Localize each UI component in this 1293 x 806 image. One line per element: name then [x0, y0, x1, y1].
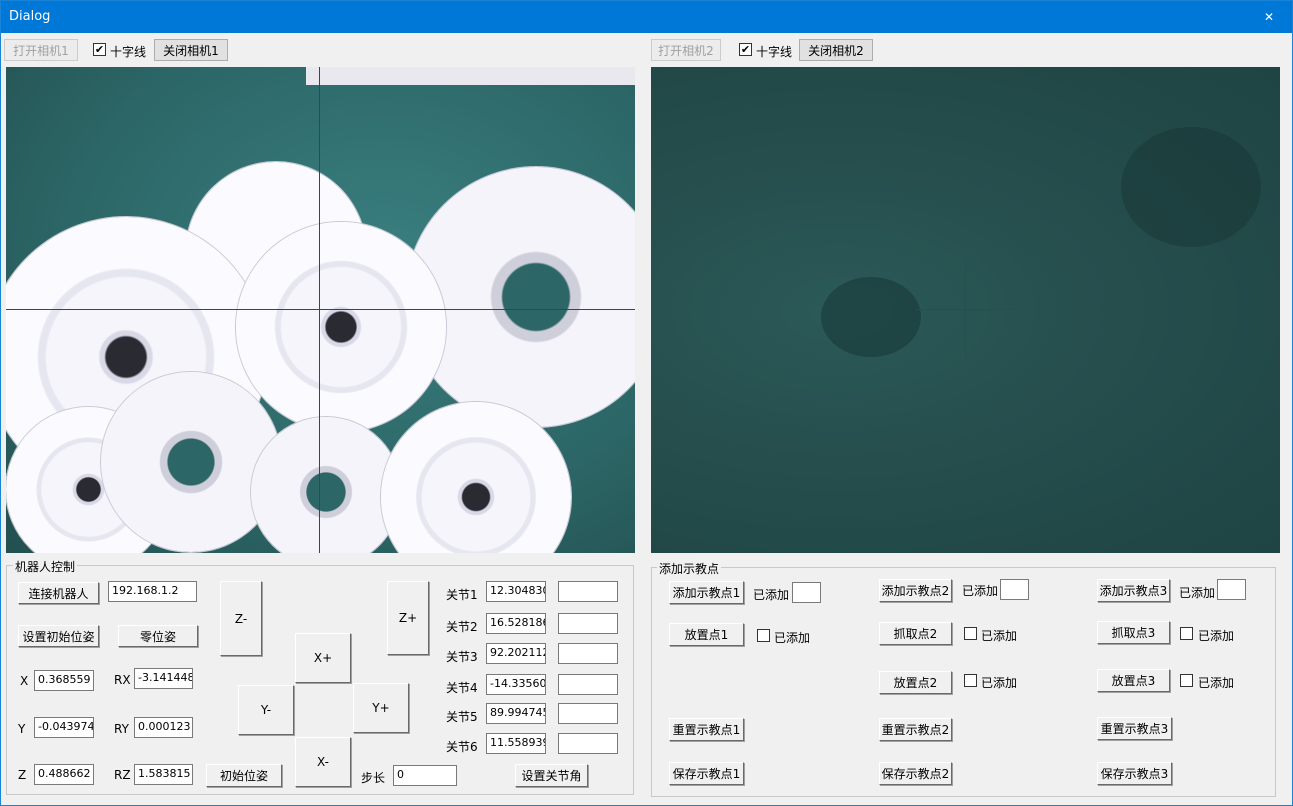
place-point3-button[interactable]: 放置点3 [1097, 669, 1170, 692]
add-teach-point3-button[interactable]: 添加示教点3 [1097, 579, 1170, 602]
joint4-value[interactable]: -14.335608 [486, 674, 546, 695]
reset-teach-point1-button[interactable]: 重置示教点1 [669, 718, 744, 741]
place-point1-checkbox[interactable] [757, 629, 770, 642]
ry-input[interactable]: 0.000123 [134, 717, 193, 738]
joint6-target[interactable] [558, 733, 618, 754]
reset-teach-point2-button[interactable]: 重置示教点2 [879, 718, 952, 741]
initial-pose-button[interactable]: 初始位姿 [206, 764, 282, 787]
joint2-label: 关节2 [446, 620, 478, 634]
grab-point2-checkbox[interactable] [964, 627, 977, 640]
rz-label: RZ [114, 768, 131, 782]
camera1-crosshair-horizontal [6, 309, 635, 310]
title-bar: Dialog ✕ [1, 1, 1292, 33]
x-plus-button[interactable]: X+ [295, 633, 351, 683]
rz-input[interactable]: 1.583815 [134, 764, 193, 785]
dialog-window: Dialog ✕ 打开相机1 ✔ 十字线 关闭相机1 打开相机2 ✔ 十字线 关… [0, 0, 1293, 806]
grab-point3-added-label: 已添加 [1198, 629, 1235, 643]
close-icon[interactable]: ✕ [1246, 1, 1292, 33]
rx-label: RX [114, 673, 131, 687]
close-camera1-button[interactable]: 关闭相机1 [154, 39, 228, 61]
teach-points-title: 添加示教点 [657, 560, 722, 577]
added2-label: 已添加 [962, 584, 999, 598]
robot-control-title: 机器人控制 [13, 558, 78, 575]
joint3-value[interactable]: 92.202112 [486, 643, 546, 664]
y-plus-button[interactable]: Y+ [353, 683, 409, 733]
grab-point2-added-label: 已添加 [981, 629, 1018, 643]
added3-label: 已添加 [1179, 586, 1216, 600]
z-input[interactable]: 0.488662 [34, 764, 94, 785]
added3-field [1217, 579, 1246, 600]
set-initial-pose-button[interactable]: 设置初始位姿 [18, 625, 99, 647]
grab-point3-checkbox[interactable] [1180, 627, 1193, 640]
joint1-target[interactable] [558, 581, 618, 602]
reset-teach-point3-button[interactable]: 重置示教点3 [1097, 717, 1172, 740]
set-joint-angle-button[interactable]: 设置关节角 [515, 764, 588, 787]
joint5-value[interactable]: 89.994745 [486, 703, 546, 724]
place-point3-checkbox[interactable] [1180, 674, 1193, 687]
add-teach-point2-button[interactable]: 添加示教点2 [879, 579, 952, 602]
grab-point3-button[interactable]: 抓取点3 [1097, 621, 1170, 644]
z-plus-button[interactable]: Z+ [387, 581, 429, 655]
place-point2-added-label: 已添加 [981, 676, 1018, 690]
zero-pose-button[interactable]: 零位姿 [118, 625, 198, 647]
camera2-view [651, 67, 1280, 553]
joint4-label: 关节4 [446, 681, 478, 695]
ry-label: RY [114, 722, 129, 736]
x-minus-button[interactable]: X- [295, 737, 351, 787]
z-minus-button[interactable]: Z- [220, 581, 262, 656]
crosshair1-label: 十字线 [110, 45, 147, 59]
z-label: Z [18, 768, 27, 782]
x-input[interactable]: 0.368559 [34, 670, 94, 691]
save-teach-point1-button[interactable]: 保存示教点1 [669, 762, 744, 785]
joint2-target[interactable] [558, 613, 618, 634]
camera1-part [251, 417, 401, 553]
place-point3-added-label: 已添加 [1198, 676, 1235, 690]
close-camera2-button[interactable]: 关闭相机2 [799, 39, 873, 61]
added1-label: 已添加 [753, 588, 790, 602]
camera1-crosshair-vertical [319, 67, 320, 553]
joint5-target[interactable] [558, 703, 618, 724]
crosshair2-checkbox[interactable]: ✔ [739, 43, 752, 56]
camera2-shadow [1121, 127, 1261, 247]
camera2-shadow [821, 277, 921, 357]
camera1-rail [306, 67, 635, 85]
joint6-value[interactable]: 11.558939 [486, 733, 546, 754]
joint1-value[interactable]: 12.304830 [486, 581, 546, 602]
crosshair1-checkbox[interactable]: ✔ [93, 43, 106, 56]
joint2-value[interactable]: 16.528186 [486, 613, 546, 634]
camera2-crosshair-horizontal [916, 309, 1016, 310]
camera1-view [6, 67, 635, 553]
y-input[interactable]: -0.043974 [34, 717, 94, 738]
joint3-label: 关节3 [446, 650, 478, 664]
add-teach-point1-button[interactable]: 添加示教点1 [669, 581, 744, 604]
joint6-label: 关节6 [446, 740, 478, 754]
open-camera1-button[interactable]: 打开相机1 [4, 39, 78, 61]
x-label: X [20, 674, 29, 688]
place-point2-checkbox[interactable] [964, 674, 977, 687]
crosshair2-label: 十字线 [756, 45, 793, 59]
joint4-target[interactable] [558, 674, 618, 695]
window-title: Dialog [9, 9, 51, 24]
camera1-part [236, 222, 446, 432]
place-point1-added-label: 已添加 [774, 631, 811, 645]
joint5-label: 关节5 [446, 710, 478, 724]
grab-point2-button[interactable]: 抓取点2 [879, 622, 952, 645]
camera1-part [101, 372, 281, 552]
place-point1-button[interactable]: 放置点1 [669, 623, 744, 646]
added2-field [1000, 579, 1029, 600]
y-minus-button[interactable]: Y- [238, 685, 294, 735]
save-teach-point2-button[interactable]: 保存示教点2 [879, 762, 952, 785]
y-label: Y [18, 722, 26, 736]
connect-robot-button[interactable]: 连接机器人 [18, 582, 99, 604]
place-point2-button[interactable]: 放置点2 [879, 671, 952, 694]
step-input[interactable]: 0 [393, 765, 457, 786]
added1-field [792, 582, 821, 603]
joint3-target[interactable] [558, 643, 618, 664]
joint1-label: 关节1 [446, 588, 478, 602]
robot-ip-input[interactable]: 192.168.1.2 [108, 581, 197, 602]
rx-input[interactable]: -3.141448 [134, 668, 193, 689]
save-teach-point3-button[interactable]: 保存示教点3 [1097, 762, 1172, 785]
open-camera2-button[interactable]: 打开相机2 [651, 39, 721, 61]
step-label: 步长 [361, 771, 386, 785]
